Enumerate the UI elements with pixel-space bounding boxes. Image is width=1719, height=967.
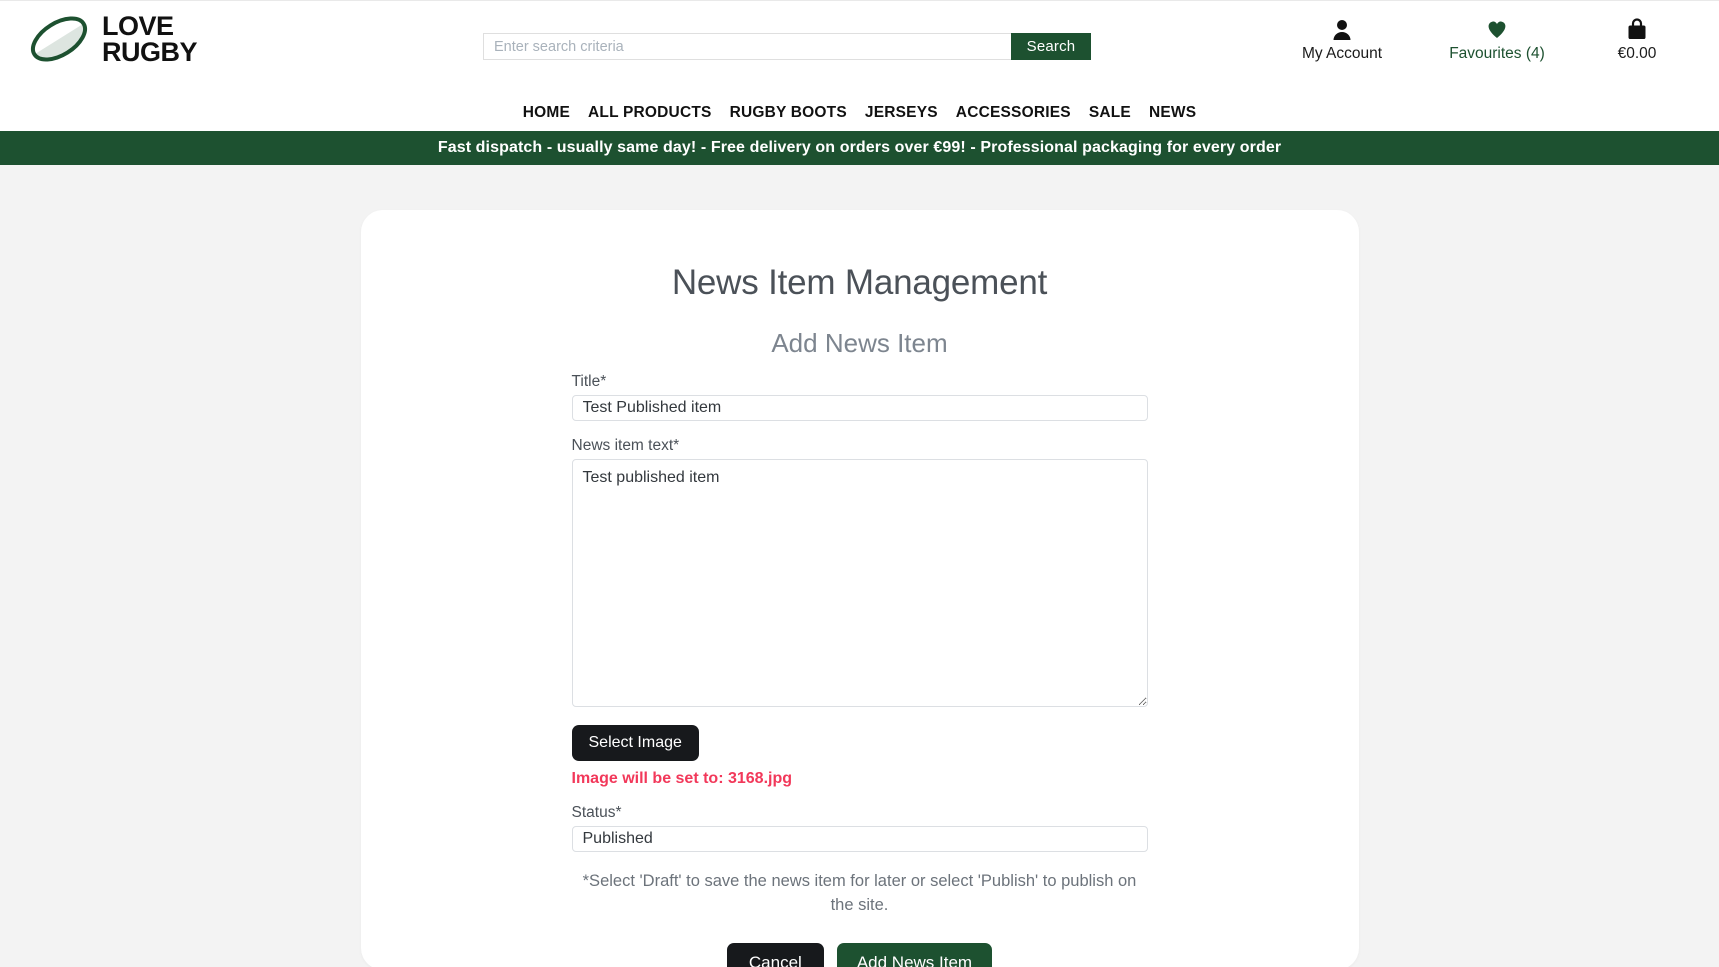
main-navigation: HOME ALL PRODUCTS RUGBY BOOTS JERSEYS AC… bbox=[0, 95, 1719, 131]
news-text-field-label: News item text* bbox=[571, 437, 680, 454]
rugby-ball-icon bbox=[30, 16, 88, 62]
favourites-link[interactable]: Favourites (4) bbox=[1417, 17, 1577, 63]
page-body: News Item Management Add News Item Title… bbox=[0, 165, 1719, 967]
nav-item-news[interactable]: NEWS bbox=[1149, 104, 1196, 122]
basket-link[interactable]: €0.00 bbox=[1577, 17, 1697, 63]
form-actions: Cancel Add News Item bbox=[572, 942, 1148, 967]
nav-item-jerseys[interactable]: JERSEYS bbox=[865, 104, 938, 122]
favourites-label: Favourites (4) bbox=[1449, 45, 1545, 62]
search-input[interactable] bbox=[483, 33, 1011, 60]
logo-line-1: LOVE bbox=[102, 11, 174, 41]
site-header: LOVE RUGBY Search My Account Favourites … bbox=[0, 0, 1719, 95]
basket-icon bbox=[1627, 17, 1647, 41]
news-text-textarea[interactable]: Test published item bbox=[571, 459, 1148, 707]
news-item-card: News Item Management Add News Item Title… bbox=[360, 210, 1359, 967]
nav-item-sale[interactable]: SALE bbox=[1089, 104, 1131, 122]
promo-banner-text: Fast dispatch - usually same day! - Free… bbox=[437, 139, 1282, 156]
utility-nav: My Account Favourites (4) €0.00 bbox=[1267, 17, 1697, 63]
status-select[interactable] bbox=[571, 826, 1148, 852]
image-selection-note: Image will be set to: 3168.jpg bbox=[571, 770, 793, 787]
user-icon bbox=[1332, 17, 1352, 41]
status-field-label: Status* bbox=[571, 804, 622, 821]
basket-total-label: €0.00 bbox=[1617, 45, 1657, 62]
my-account-label: My Account bbox=[1301, 45, 1383, 62]
my-account-link[interactable]: My Account bbox=[1267, 17, 1417, 63]
nav-item-home[interactable]: HOME bbox=[523, 104, 570, 122]
heart-icon bbox=[1486, 17, 1508, 41]
nav-item-rugby-boots[interactable]: RUGBY BOOTS bbox=[730, 104, 847, 122]
page-title: News Item Management bbox=[671, 263, 1048, 302]
site-logo[interactable]: LOVE RUGBY bbox=[28, 11, 198, 67]
search-bar: Search bbox=[483, 33, 1091, 60]
promo-banner: Fast dispatch - usually same day! - Free… bbox=[0, 131, 1719, 165]
nav-item-all-products[interactable]: ALL PRODUCTS bbox=[588, 104, 712, 122]
cancel-button[interactable]: Cancel bbox=[726, 942, 824, 967]
logo-line-2: RUGBY bbox=[102, 37, 198, 67]
status-helper-text: *Select 'Draft' to save the news item fo… bbox=[582, 872, 1137, 914]
form-subtitle: Add News Item bbox=[771, 328, 948, 358]
news-item-form: Title* News item text* Test published it… bbox=[571, 359, 1148, 967]
title-input[interactable] bbox=[571, 395, 1148, 421]
title-field-label: Title* bbox=[571, 373, 607, 390]
search-button[interactable]: Search bbox=[1011, 33, 1091, 60]
nav-item-accessories[interactable]: ACCESSORIES bbox=[956, 104, 1071, 122]
add-news-item-button[interactable]: Add News Item bbox=[836, 942, 993, 967]
logo-wordmark: LOVE RUGBY bbox=[102, 11, 198, 67]
select-image-button[interactable]: Select Image bbox=[571, 725, 699, 761]
